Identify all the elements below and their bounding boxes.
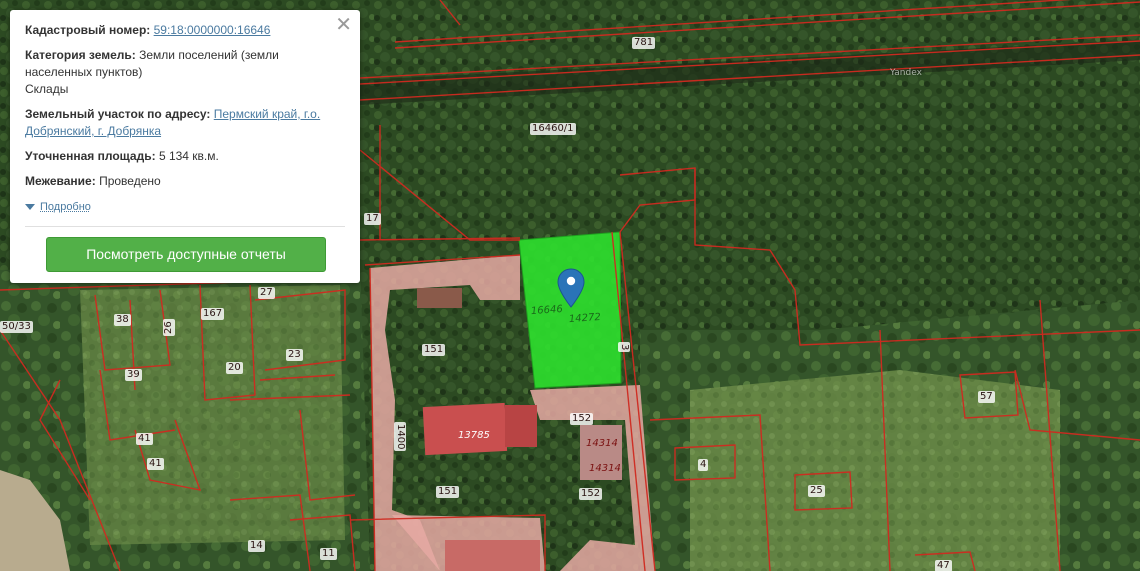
parcel-label: 57 <box>978 391 995 403</box>
parcel-label: 781 <box>632 37 656 49</box>
address-label: Земельный участок по адресу: <box>25 107 211 121</box>
parcel-label: 50/33 <box>0 321 33 333</box>
cadastral-number-row: Кадастровый номер: 59:18:0000000:16646 <box>25 22 345 39</box>
parcel-label: 23 <box>286 349 303 361</box>
survey-row: Межевание: Проведено <box>25 173 345 190</box>
land-category-label: Категория земель: <box>25 48 136 62</box>
parcel-label: 25 <box>808 485 825 497</box>
parcel-label: 167 <box>201 308 225 320</box>
details-toggle[interactable]: Подробно <box>25 199 91 216</box>
parcel-label: 11 <box>320 548 337 560</box>
area-row: Уточненная площадь: 5 134 кв.м. <box>25 148 345 165</box>
land-use-value: Склады <box>25 82 69 96</box>
parcel-label: 47 <box>935 560 952 571</box>
cadastral-number-link[interactable]: 59:18:0000000:16646 <box>154 23 271 37</box>
map-pin-icon[interactable] <box>557 268 585 308</box>
land-category-row: Категория земель: Земли поселений (земли… <box>25 47 345 98</box>
parcel-label: 38 <box>114 314 131 326</box>
map-watermark: Yandex <box>890 68 922 78</box>
parcel-label: 4 <box>698 459 709 471</box>
parcel-label: 152 <box>579 488 603 500</box>
view-reports-button[interactable]: Посмотреть доступные отчеты <box>46 236 326 272</box>
parcel-label: 14314 <box>589 463 621 474</box>
survey-label: Межевание: <box>25 174 96 188</box>
parcel-label: 39 <box>125 369 142 381</box>
parcel-label: 41 <box>147 458 164 470</box>
map-view[interactable]: 781 16460/1 17 27 167 38 26 23 20 39 41 … <box>0 0 1140 571</box>
parcel-label: 27 <box>258 287 275 299</box>
address-row: Земельный участок по адресу: Пермский кр… <box>25 106 345 140</box>
area-label: Уточненная площадь: <box>25 149 156 163</box>
parcel-label: 16460/1 <box>530 123 576 135</box>
parcel-label: 14314 <box>586 438 618 449</box>
parcel-label: 13785 <box>458 430 490 441</box>
divider <box>25 225 345 227</box>
parcel-label: 14272 <box>568 311 602 326</box>
parcel-label: 151 <box>436 486 460 498</box>
parcel-label: 152 <box>570 413 594 425</box>
close-icon[interactable]: ✕ <box>335 15 352 35</box>
parcel-label: 3 <box>618 342 630 353</box>
parcel-label: 17 <box>364 213 381 225</box>
parcel-label: 151 <box>422 344 446 356</box>
survey-value: Проведено <box>99 174 161 188</box>
details-link[interactable]: Подробно <box>40 199 91 216</box>
area-value: 5 134 кв.м. <box>158 149 219 163</box>
parcel-info-popup: ✕ Кадастровый номер: 59:18:0000000:16646… <box>10 10 360 283</box>
parcel-label: 14 <box>248 540 265 552</box>
parcel-label: 41 <box>136 433 153 445</box>
parcel-label: 26 <box>163 319 175 336</box>
parcel-label: 20 <box>226 362 243 374</box>
cadastral-number-label: Кадастровый номер: <box>25 23 151 37</box>
parcel-label: 1400 <box>394 422 406 452</box>
chevron-down-icon <box>25 204 35 210</box>
